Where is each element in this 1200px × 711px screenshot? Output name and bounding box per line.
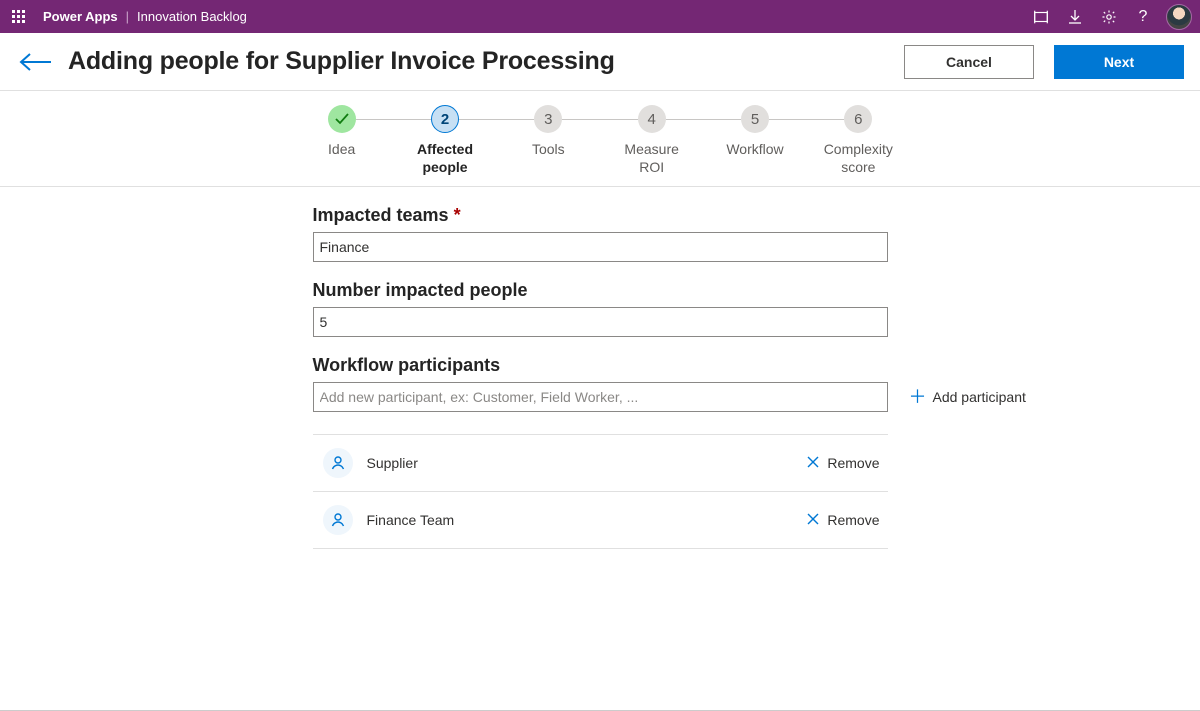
impacted-teams-input[interactable] (313, 232, 888, 262)
participants-input[interactable] (313, 382, 888, 412)
step-complexity[interactable]: 6 Complexityscore (807, 105, 910, 176)
help-icon[interactable]: ? (1126, 0, 1160, 33)
page-title: Adding people for Supplier Invoice Proce… (68, 47, 904, 76)
participant-row: Finance Team Remove (313, 492, 888, 549)
required-mark: * (454, 205, 461, 225)
plus-icon: ＋ (909, 388, 927, 406)
participant-name: Supplier (367, 455, 808, 471)
field-workflow-participants: Workflow participants ＋ Add participant (313, 355, 888, 412)
app-name: Innovation Backlog (137, 9, 247, 24)
step-label: Tools (532, 141, 565, 159)
close-icon (807, 455, 819, 471)
participant-name: Finance Team (367, 512, 808, 528)
cancel-button[interactable]: Cancel (904, 45, 1034, 79)
step-label: Idea (328, 141, 355, 159)
step-label: Complexityscore (824, 141, 893, 176)
app-launcher-icon[interactable] (12, 10, 25, 23)
next-button[interactable]: Next (1054, 45, 1184, 79)
download-icon[interactable] (1058, 0, 1092, 33)
step-affected-people[interactable]: 2 Affectedpeople (393, 105, 496, 176)
step-label: Affectedpeople (417, 141, 473, 176)
step-number: 4 (638, 105, 666, 133)
step-number: 6 (844, 105, 872, 133)
step-number: 5 (741, 105, 769, 133)
step-measure-roi[interactable]: 4 MeasureROI (600, 105, 703, 176)
field-number-people: Number impacted people (313, 280, 888, 337)
separator: | (126, 9, 129, 24)
remove-label: Remove (827, 455, 879, 471)
step-label: Workflow (726, 141, 783, 159)
step-number: 3 (534, 105, 562, 133)
step-idea[interactable]: Idea (290, 105, 393, 159)
step-workflow[interactable]: 5 Workflow (703, 105, 806, 159)
add-participant-label: Add participant (933, 389, 1026, 405)
number-people-label: Number impacted people (313, 280, 888, 301)
suite-bar: Power Apps | Innovation Backlog ? (0, 0, 1200, 33)
close-icon (807, 512, 819, 528)
stepper-panel: Idea 2 Affectedpeople 3 Tools 4 MeasureR… (0, 91, 1200, 187)
field-impacted-teams: Impacted teams * (313, 205, 888, 262)
participants-list: Supplier Remove Finance Team Remove (313, 434, 888, 549)
settings-icon[interactable] (1092, 0, 1126, 33)
command-bar: Adding people for Supplier Invoice Proce… (0, 33, 1200, 91)
fit-icon[interactable] (1024, 0, 1058, 33)
step-number: 2 (431, 105, 459, 133)
impacted-teams-label: Impacted teams * (313, 205, 888, 226)
step-label: MeasureROI (624, 141, 678, 176)
checkmark-icon (334, 112, 350, 126)
remove-participant-button[interactable]: Remove (807, 512, 887, 528)
back-button[interactable] (16, 42, 56, 82)
participants-label: Workflow participants (313, 355, 888, 376)
stepper: Idea 2 Affectedpeople 3 Tools 4 MeasureR… (290, 105, 910, 176)
remove-participant-button[interactable]: Remove (807, 455, 887, 471)
form: Impacted teams * Number impacted people … (313, 205, 888, 549)
remove-label: Remove (827, 512, 879, 528)
participant-row: Supplier Remove (313, 435, 888, 492)
product-name: Power Apps (43, 9, 118, 24)
add-participant-button[interactable]: ＋ Add participant (909, 382, 1026, 412)
step-tools[interactable]: 3 Tools (497, 105, 600, 159)
person-icon (323, 505, 353, 535)
user-avatar[interactable] (1166, 4, 1192, 30)
number-people-input[interactable] (313, 307, 888, 337)
person-icon (323, 448, 353, 478)
